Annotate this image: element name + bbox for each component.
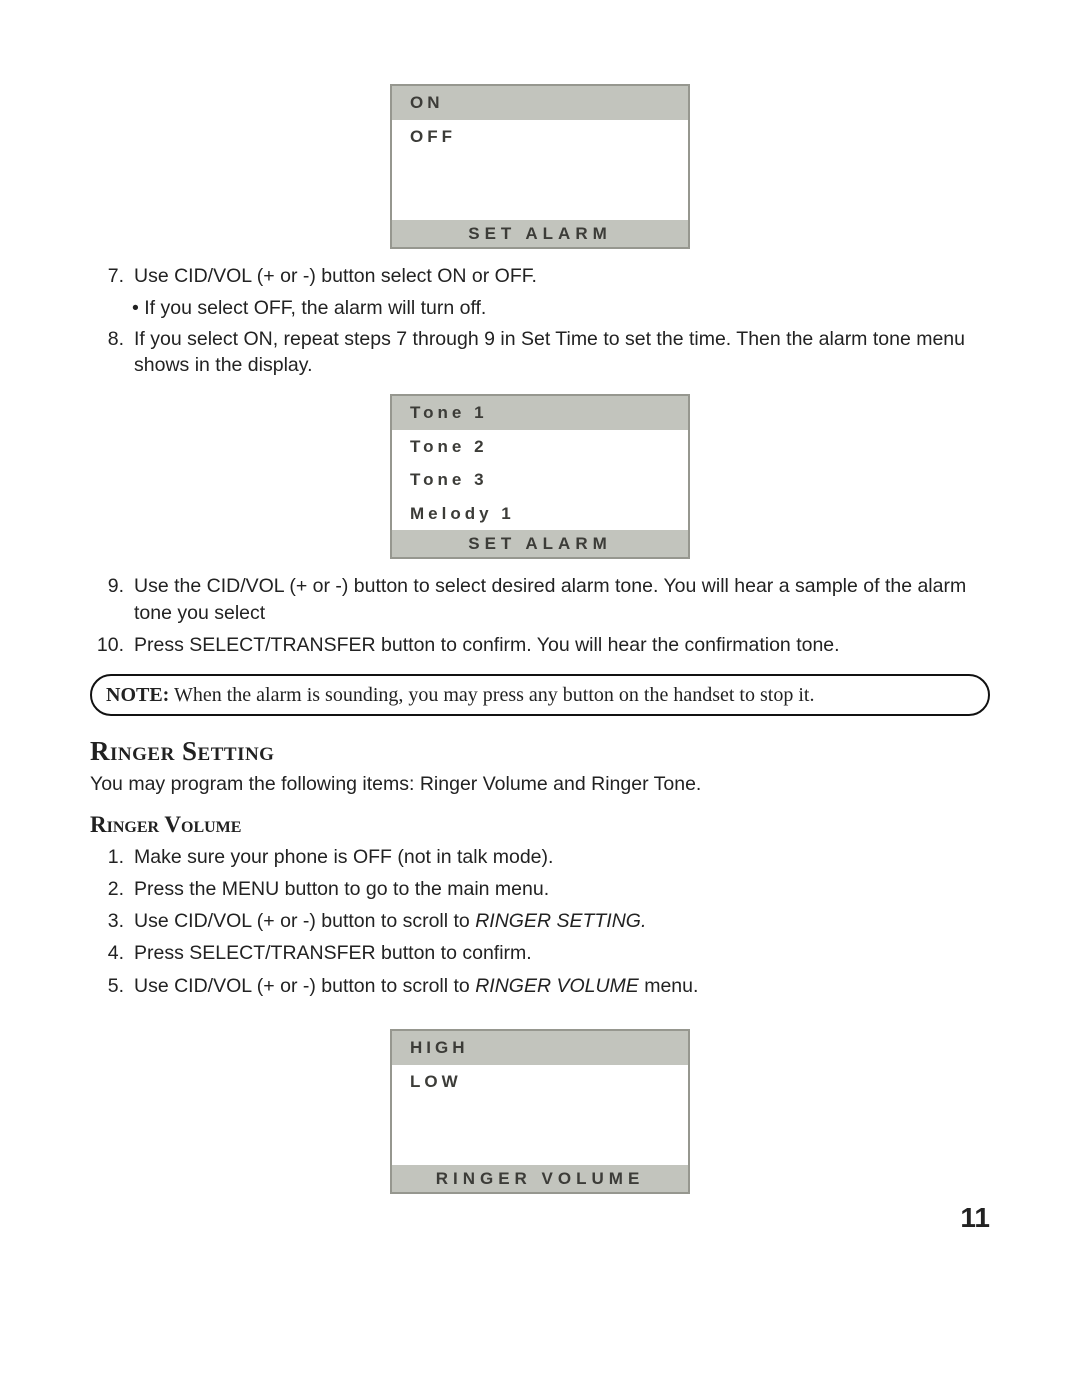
lcd-set-alarm-tone: Tone 1Tone 2Tone 3Melody 1 SET ALARM [390, 394, 690, 559]
lcd-row: ON [392, 86, 688, 120]
lcd-footer: SET ALARM [392, 220, 688, 247]
lcd-row: Tone 2 [392, 430, 688, 464]
instruction-steps-9-10: 9. Use the CID/VOL (+ or -) button to se… [90, 573, 990, 658]
step-text: Press SELECT/TRANSFER button to confirm.… [134, 632, 990, 658]
note-label: NOTE: [106, 684, 169, 706]
step-text: Make sure your phone is OFF (not in talk… [134, 844, 990, 870]
list-item: 2.Press the MENU button to go to the mai… [90, 876, 990, 902]
step-number: 9. [90, 573, 134, 626]
lcd-row: LOW [392, 1065, 688, 1099]
step-text: Use CID/VOL (+ or -) button select ON or… [134, 263, 990, 289]
step-number: 5. [90, 973, 134, 999]
list-item: 3.Use CID/VOL (+ or -) button to scroll … [90, 908, 990, 934]
step-number: 10. [90, 632, 134, 658]
lcd-row [392, 1132, 688, 1166]
step-7-sub-bullet: If you select OFF, the alarm will turn o… [132, 295, 990, 321]
step-text: Use the CID/VOL (+ or -) button to selec… [134, 573, 990, 626]
note-text: When the alarm is sounding, you may pres… [169, 684, 814, 706]
step-10: 10. Press SELECT/TRANSFER button to conf… [90, 632, 990, 658]
lcd-row [392, 153, 688, 187]
lcd-row: OFF [392, 120, 688, 154]
step-number: 8. [90, 326, 134, 379]
lcd-footer: SET ALARM [392, 530, 688, 557]
step-8: 8. If you select ON, repeat steps 7 thro… [90, 326, 990, 379]
lcd-row: Melody 1 [392, 497, 688, 531]
ringer-setting-intro: You may program the following items: Rin… [90, 771, 990, 797]
manual-page: ONOFF SET ALARM 7. Use CID/VOL (+ or -) … [0, 0, 1080, 1374]
step-9: 9. Use the CID/VOL (+ or -) button to se… [90, 573, 990, 626]
step-7: 7. Use CID/VOL (+ or -) button select ON… [90, 263, 990, 289]
lcd-footer: RINGER VOLUME [392, 1165, 688, 1192]
ringer-volume-steps: 1.Make sure your phone is OFF (not in ta… [90, 844, 990, 1000]
italic-term: RINGER VOLUME [475, 975, 639, 997]
step-number: 7. [90, 263, 134, 289]
step-number: 4. [90, 940, 134, 966]
lcd-set-alarm-onoff: ONOFF SET ALARM [390, 84, 690, 249]
step-number: 3. [90, 908, 134, 934]
step-text: Press SELECT/TRANSFER button to confirm. [134, 940, 990, 966]
step-number: 1. [90, 844, 134, 870]
lcd-row [392, 1098, 688, 1132]
italic-term: RINGER SETTING. [475, 910, 646, 932]
page-number: 11 [960, 1202, 990, 1234]
list-item: 5.Use CID/VOL (+ or -) button to scroll … [90, 973, 990, 999]
list-item: 4.Press SELECT/TRANSFER button to confir… [90, 940, 990, 966]
step-text: Press the MENU button to go to the main … [134, 876, 990, 902]
note-box: NOTE: When the alarm is sounding, you ma… [90, 674, 990, 716]
step-text: Use CID/VOL (+ or -) button to scroll to… [134, 908, 990, 934]
lcd-row [392, 187, 688, 221]
step-number: 2. [90, 876, 134, 902]
list-item: 1.Make sure your phone is OFF (not in ta… [90, 844, 990, 870]
lcd-row: HIGH [392, 1031, 688, 1065]
step-text: Use CID/VOL (+ or -) button to scroll to… [134, 973, 990, 999]
instruction-steps-7: 7. Use CID/VOL (+ or -) button select ON… [90, 263, 990, 378]
step-text: If you select ON, repeat steps 7 through… [134, 326, 990, 379]
lcd-ringer-volume: HIGHLOW RINGER VOLUME [390, 1029, 690, 1194]
heading-ringer-setting: Ringer Setting [90, 736, 990, 767]
heading-ringer-volume: Ringer Volume [90, 812, 990, 838]
lcd-row: Tone 3 [392, 463, 688, 497]
lcd-row: Tone 1 [392, 396, 688, 430]
